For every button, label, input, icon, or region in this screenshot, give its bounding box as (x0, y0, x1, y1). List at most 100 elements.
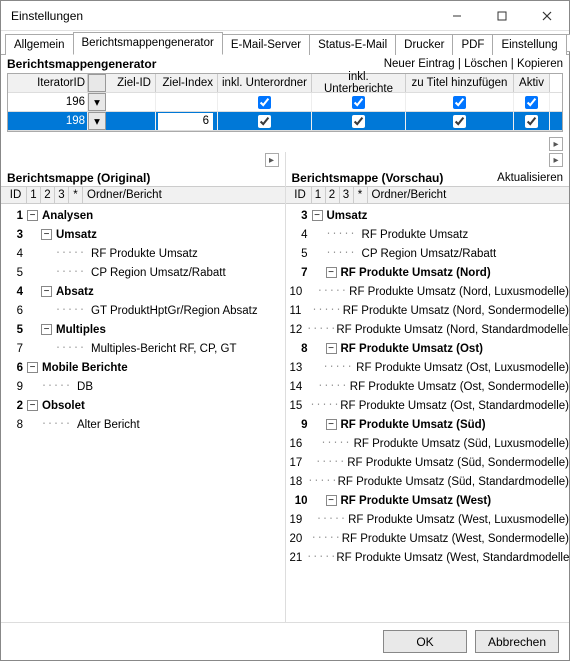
original-col-star[interactable]: * (69, 187, 83, 203)
original-col-2[interactable]: 2 (41, 187, 55, 203)
preview-col-id[interactable]: ID (290, 187, 312, 203)
preview-tree[interactable]: 3− Umsatz4····· RF Produkte Umsatz5·····… (286, 204, 570, 622)
original-col-1[interactable]: 1 (27, 187, 41, 203)
original-col-3[interactable]: 3 (55, 187, 69, 203)
tree-row[interactable]: 6····· GT ProduktHptGr/Region Absatz (1, 301, 285, 320)
tree-row[interactable]: 19····· RF Produkte Umsatz (West, Luxusm… (286, 510, 570, 529)
tree-row[interactable]: 4····· RF Produkte Umsatz (1, 244, 285, 263)
collapse-icon[interactable]: − (326, 419, 337, 430)
tab-allgemein[interactable]: Allgemein (5, 34, 74, 55)
tree-row[interactable]: 3− Umsatz (1, 225, 285, 244)
collapse-icon[interactable]: − (326, 267, 337, 278)
tab-drucker[interactable]: Drucker (395, 34, 453, 55)
original-scroll-icon[interactable]: ▸ (265, 153, 279, 167)
col-aktiv[interactable]: Aktiv (514, 74, 550, 92)
preview-col-2[interactable]: 2 (326, 187, 340, 203)
tree-row[interactable]: 10····· RF Produkte Umsatz (Nord, Luxusm… (286, 282, 570, 301)
tree-row[interactable]: 2− Obsolet (1, 396, 285, 415)
close-button[interactable] (524, 1, 569, 30)
zielindex-cell[interactable] (156, 112, 218, 130)
iterator-cell[interactable]: 198 (8, 112, 88, 130)
titel-checkbox[interactable] (453, 115, 466, 128)
copy-link[interactable]: Kopieren (517, 58, 563, 70)
grid-scroll-right-icon[interactable]: ▸ (549, 137, 563, 151)
collapse-icon[interactable]: − (312, 210, 323, 221)
zielid-cell[interactable] (106, 93, 156, 111)
aktiv-checkbox[interactable] (525, 96, 538, 109)
original-tree[interactable]: 1− Analysen3− Umsatz4····· RF Produkte U… (1, 204, 285, 622)
collapse-icon[interactable]: − (41, 229, 52, 240)
collapse-icon[interactable]: − (326, 343, 337, 354)
collapse-icon[interactable]: − (41, 286, 52, 297)
tab-status-e-mail[interactable]: Status-E-Mail (309, 34, 396, 55)
tree-row[interactable]: 5····· CP Region Umsatz/Rabatt (286, 244, 570, 263)
tree-row[interactable]: 5− Multiples (1, 320, 285, 339)
tree-row[interactable]: 11····· RF Produkte Umsatz (Nord, Sonder… (286, 301, 570, 320)
unterordner-cell[interactable] (218, 112, 312, 130)
tree-row[interactable]: 8− RF Produkte Umsatz (Ost) (286, 339, 570, 358)
unterordner-checkbox[interactable] (258, 115, 271, 128)
refresh-link[interactable]: Aktualisieren (497, 172, 563, 184)
tree-row[interactable]: 9····· DB (1, 377, 285, 396)
tree-row[interactable]: 16····· RF Produkte Umsatz (Süd, Luxusmo… (286, 434, 570, 453)
cancel-button[interactable]: Abbrechen (475, 630, 559, 653)
tree-row[interactable]: 20····· RF Produkte Umsatz (West, Sonder… (286, 529, 570, 548)
col-titel[interactable]: zu Titel hinzufügen (406, 74, 514, 92)
preview-col-3[interactable]: 3 (340, 187, 354, 203)
tab-e-mail-server[interactable]: E-Mail-Server (222, 34, 310, 55)
tab-berichtsmappengenerator[interactable]: Berichtsmappengenerator (73, 32, 223, 55)
collapse-icon[interactable]: − (27, 400, 38, 411)
aktiv-cell[interactable] (514, 112, 550, 130)
titel-checkbox[interactable] (453, 96, 466, 109)
preview-scroll-icon[interactable]: ▸ (549, 153, 563, 167)
original-col-id[interactable]: ID (5, 187, 27, 203)
collapse-icon[interactable]: − (27, 210, 38, 221)
tree-row[interactable]: 18····· RF Produkte Umsatz (Süd, Standar… (286, 472, 570, 491)
tree-row[interactable]: 21····· RF Produkte Umsatz (West, Standa… (286, 548, 570, 567)
tree-row[interactable]: 10− RF Produkte Umsatz (West) (286, 491, 570, 510)
tree-row[interactable]: 4····· RF Produkte Umsatz (286, 225, 570, 244)
col-unterordner[interactable]: inkl. Unterordner (218, 74, 312, 92)
tree-row[interactable]: 9− RF Produkte Umsatz (Süd) (286, 415, 570, 434)
tree-row[interactable]: 8····· Alter Bericht (1, 415, 285, 434)
preview-col-ob[interactable]: Ordner/Bericht (368, 187, 570, 203)
tree-row[interactable]: 14····· RF Produkte Umsatz (Ost, Sonderm… (286, 377, 570, 396)
grid-row[interactable]: 196▾ (8, 93, 562, 112)
tree-row[interactable]: 6− Mobile Berichte (1, 358, 285, 377)
tree-row[interactable]: 13····· RF Produkte Umsatz (Ost, Luxusmo… (286, 358, 570, 377)
iterator-cell[interactable]: 196 (8, 93, 88, 111)
col-iteratorid[interactable]: IteratorID (8, 74, 88, 92)
col-zielindex[interactable]: Ziel-Index (156, 74, 218, 92)
original-col-ob[interactable]: Ordner/Bericht (83, 187, 285, 203)
tree-row[interactable]: 1− Analysen (1, 206, 285, 225)
zielindex-input[interactable] (158, 113, 213, 130)
unterberichte-cell[interactable] (312, 112, 406, 130)
collapse-icon[interactable]: − (27, 362, 38, 373)
unterordner-checkbox[interactable] (258, 96, 271, 109)
tree-row[interactable]: 5····· CP Region Umsatz/Rabatt (1, 263, 285, 282)
aktiv-checkbox[interactable] (525, 115, 538, 128)
iterator-dropdown-icon[interactable]: ▾ (88, 93, 106, 111)
tree-row[interactable]: 12····· RF Produkte Umsatz (Nord, Standa… (286, 320, 570, 339)
preview-col-star[interactable]: * (354, 187, 368, 203)
tab-einstellung[interactable]: Einstellung (492, 34, 566, 55)
titel-cell[interactable] (406, 112, 514, 130)
tree-row[interactable]: 4− Absatz (1, 282, 285, 301)
iterator-dropdown-icon[interactable]: ▾ (88, 112, 106, 130)
tab-pdf[interactable]: PDF (452, 34, 493, 55)
zielid-cell[interactable] (106, 112, 156, 130)
unterordner-cell[interactable] (218, 93, 312, 111)
titel-cell[interactable] (406, 93, 514, 111)
delete-link[interactable]: Löschen (464, 58, 507, 70)
unterberichte-cell[interactable] (312, 93, 406, 111)
tree-row[interactable]: 7····· Multiples-Bericht RF, CP, GT (1, 339, 285, 358)
aktiv-cell[interactable] (514, 93, 550, 111)
ok-button[interactable]: OK (383, 630, 467, 653)
tree-row[interactable]: 15····· RF Produkte Umsatz (Ost, Standar… (286, 396, 570, 415)
collapse-icon[interactable]: − (326, 495, 337, 506)
collapse-icon[interactable]: − (41, 324, 52, 335)
tree-row[interactable]: 17····· RF Produkte Umsatz (Süd, Sonderm… (286, 453, 570, 472)
col-unterberichte[interactable]: inkl. Unterberichte (312, 74, 406, 92)
new-entry-link[interactable]: Neuer Eintrag (384, 58, 455, 70)
minimize-button[interactable] (434, 1, 479, 30)
